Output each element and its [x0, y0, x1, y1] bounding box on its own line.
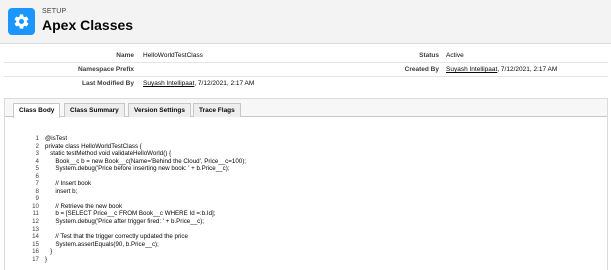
code-text: } — [45, 248, 53, 256]
line-number: 1 — [35, 135, 39, 142]
code-line: 3 static testMethod void validateHelloWo… — [23, 150, 593, 158]
code-text: b = [SELECT Price__c FROM Book__c WHERE … — [45, 210, 216, 218]
code-line: 6 — [23, 173, 593, 181]
code-text: System.assertEquals(90, b.Price__c); — [45, 240, 159, 248]
created-by-user-link[interactable]: Suyash Intellipaat — [446, 66, 497, 73]
code-text: // Retrieve the new book — [45, 202, 123, 210]
tab-version-settings[interactable]: Version Settings — [128, 103, 191, 117]
created-by-value: Suyash Intellipaat, 7/12/2021, 2:17 AM — [446, 66, 557, 73]
line-number: 6 — [35, 172, 39, 180]
line-number: 12 — [32, 218, 39, 226]
name-value: HelloWorldTestClass — [143, 52, 203, 59]
code-text: // Insert book — [45, 180, 92, 188]
code-text: System.debug('Price before inserting new… — [45, 165, 230, 173]
code-line: 7 // Insert book — [23, 180, 593, 188]
code-line: 15 System.assertEquals(90, b.Price__c); — [23, 241, 593, 249]
line-number: 10 — [32, 202, 39, 210]
code-line: 16 } — [23, 248, 593, 256]
line-number: 17 — [32, 255, 39, 263]
class-details: Name HelloWorldTestClass Status Active N… — [4, 52, 608, 92]
code-text: static testMethod void validateHelloWorl… — [45, 150, 172, 158]
code-line: 2 private class HelloWorldTestClass { — [23, 143, 593, 151]
tab-bar: Class Body Class Summary Version Setting… — [5, 99, 607, 118]
page-title: Apex Classes — [42, 17, 134, 33]
details-row-modified: Last Modified By Suyash Intellipaat, 7/1… — [4, 80, 608, 92]
tab-panel: Class Body Class Summary Version Setting… — [4, 98, 608, 270]
modified-by-value: Suyash Intellipaat, 7/12/2021, 2:17 AM — [143, 80, 254, 87]
code-text: Book__c b = new Book__c(Name='Behind the… — [45, 157, 246, 165]
line-number: 5 — [35, 165, 39, 173]
line-number: 9 — [35, 195, 39, 203]
code-line: 4 Book__c b = new Book__c(Name='Behind t… — [23, 158, 593, 166]
code-text: } — [45, 255, 48, 263]
code-line: 10 // Retrieve the new book — [23, 203, 593, 211]
modified-by-date: , 7/12/2021, 2:17 AM — [194, 80, 255, 87]
created-by-date: , 7/12/2021, 2:17 AM — [497, 66, 558, 73]
line-number: 13 — [32, 225, 39, 233]
line-number: 14 — [32, 233, 39, 241]
line-number: 4 — [35, 157, 39, 165]
line-number: 8 — [35, 187, 39, 195]
code-line: 9 — [23, 195, 593, 203]
created-by-label: Created By — [404, 66, 439, 73]
divider — [4, 62, 608, 63]
divider — [4, 76, 608, 77]
code-line: 1 @isTest — [23, 135, 593, 143]
status-value: Active — [446, 52, 464, 59]
page-header: SETUP Apex Classes — [0, 0, 611, 44]
namespace-label: Namespace Prefix — [77, 66, 134, 73]
tab-class-body[interactable]: Class Body — [13, 103, 61, 118]
modified-by-label: Last Modified By — [81, 80, 134, 87]
line-number: 3 — [35, 150, 39, 158]
code-line: 12 System.debug('Price after trigger fir… — [23, 218, 593, 226]
modified-by-user-link[interactable]: Suyash Intellipaat — [143, 80, 194, 87]
code-text: // Test that the trigger correctly updat… — [45, 233, 188, 241]
code-line: 11 b = [SELECT Price__c FROM Book__c WHE… — [23, 210, 593, 218]
line-number: 11 — [32, 210, 39, 218]
code-text: @isTest — [45, 135, 68, 142]
line-number: 2 — [35, 142, 39, 150]
line-number: 15 — [32, 240, 39, 248]
code-line: 13 — [23, 226, 593, 234]
status-label: Status — [419, 52, 439, 59]
name-label: Name — [116, 52, 134, 59]
code-text: System.debug('Price after trigger fired:… — [45, 218, 205, 226]
code-line: 8 insert b; — [23, 188, 593, 196]
section-label: SETUP — [42, 8, 67, 15]
code-text: insert b; — [45, 187, 78, 195]
code-line: 14 // Test that the trigger correctly up… — [23, 233, 593, 241]
code-line: 5 System.debug('Price before inserting n… — [23, 165, 593, 173]
code-line: 17} — [23, 256, 593, 264]
tab-class-summary[interactable]: Class Summary — [64, 103, 125, 117]
gear-icon — [8, 8, 35, 35]
code-text: private class HelloWorldTestClass { — [45, 142, 142, 150]
line-number: 16 — [32, 248, 39, 256]
code-editor: 1 @isTest 2 private class HelloWorldTestCla… — [23, 135, 593, 263]
tab-trace-flags[interactable]: Trace Flags — [193, 103, 241, 117]
line-number: 7 — [35, 180, 39, 188]
